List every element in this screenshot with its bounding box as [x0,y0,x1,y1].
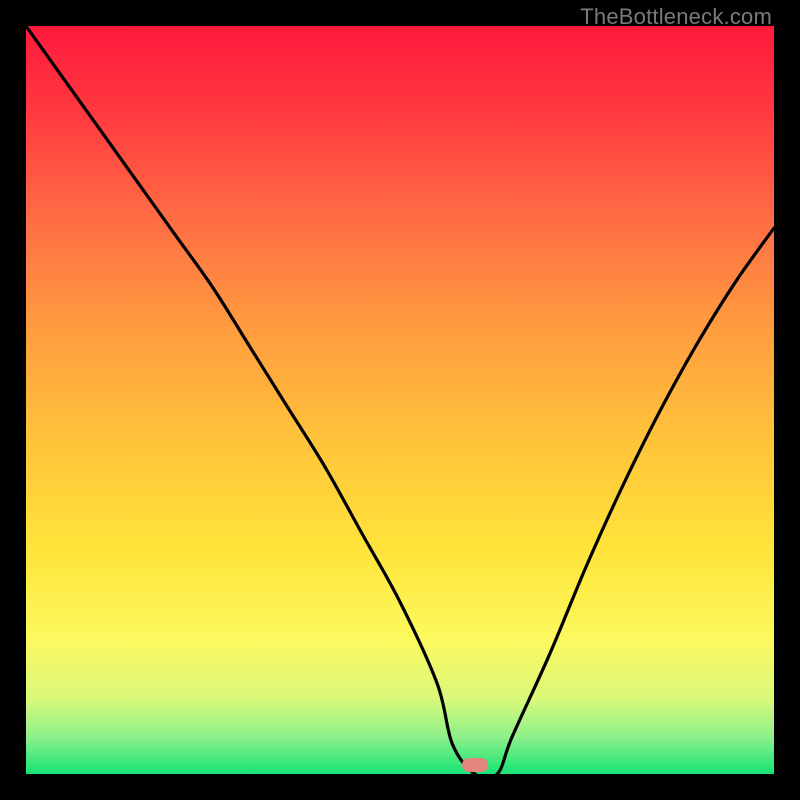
plot-area [26,26,774,774]
optimal-point-marker [462,758,488,772]
chart-frame: TheBottleneck.com [0,0,800,800]
bottleneck-curve [26,26,774,774]
